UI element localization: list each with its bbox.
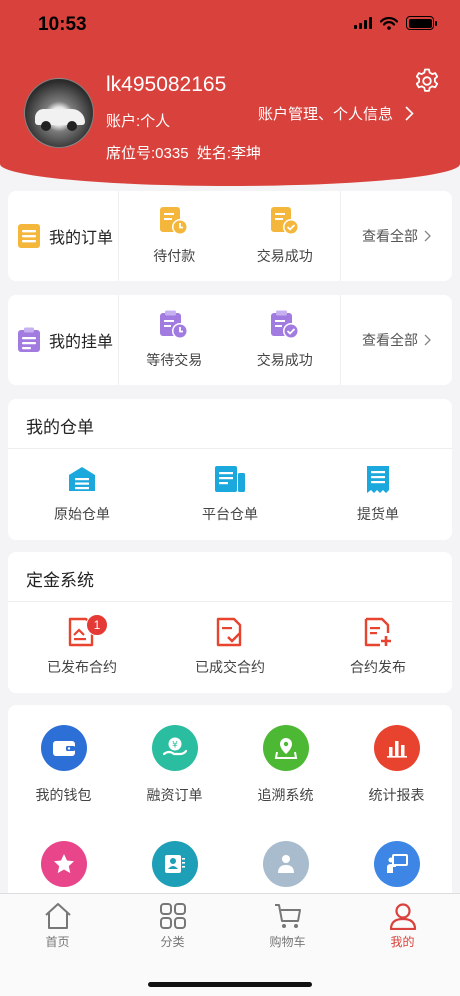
deposit-title: 定金系统 (8, 552, 452, 602)
listing-waiting[interactable]: 等待交易 (119, 295, 230, 385)
wifi-icon (380, 16, 398, 30)
username: lk495082165 (106, 73, 227, 96)
order-pending-payment[interactable]: 待付款 (119, 191, 230, 281)
tab-cart[interactable]: 购物车 (230, 894, 345, 954)
my-orders-title[interactable]: 我的订单 (8, 191, 119, 281)
account-type: 账户:个人 (106, 113, 171, 130)
listing-completed-label: 交易成功 (256, 352, 313, 368)
avatar[interactable] (24, 78, 94, 148)
tab-mine[interactable]: 我的 (345, 894, 460, 954)
platform-receipt-item[interactable]: 平台仓单 (156, 449, 304, 539)
user-profile-icon (389, 903, 416, 930)
contact-card-icon (151, 841, 198, 887)
orders-view-all-button[interactable]: 查看全部 (341, 226, 452, 246)
account-manage-link[interactable]: 账户管理、个人信息 (258, 103, 414, 124)
statistics-item[interactable]: 统计报表 (341, 725, 452, 805)
order-list-icon (18, 224, 40, 248)
wallet-item[interactable]: 我的钱包 (8, 725, 119, 805)
listings-view-all-button[interactable]: 查看全部 (341, 330, 452, 350)
home-icon (44, 903, 71, 929)
tab-home[interactable]: 首页 (0, 894, 115, 954)
account-manage-label: 账户管理、个人信息 (258, 106, 394, 123)
home-indicator (148, 982, 312, 987)
my-listings-title[interactable]: 我的挂单 (8, 295, 119, 385)
chevron-right-icon (405, 106, 414, 121)
listing-clipboard-icon (18, 327, 40, 352)
warehouse-card: 我的仓单 原始仓单 平台仓单 提货单 (8, 399, 452, 540)
presentation-item[interactable] (341, 841, 452, 887)
publish-contract-item[interactable]: 合约发布 (304, 602, 452, 692)
person-icon (262, 841, 309, 887)
published-contracts-item[interactable]: 已发布合约 1 (8, 602, 156, 692)
traceability-item[interactable]: 追溯系统 (230, 725, 341, 805)
services-grid: 我的钱包 ¥ 融资订单 追溯系统 统计报表 (8, 705, 452, 895)
notification-badge: 1 (86, 614, 108, 636)
battery-icon (406, 16, 437, 30)
deposit-card: 定金系统 已发布合约 1 已成交合约 合约发布 (8, 552, 452, 693)
gear-icon[interactable] (414, 68, 440, 94)
tab-bar: 首页 分类 购物车 我的 (0, 893, 460, 996)
yuan-hand-icon: ¥ (151, 725, 198, 771)
closed-contract-icon (216, 617, 242, 647)
order-pending-label: 待付款 (153, 248, 196, 264)
closed-contracts-item[interactable]: 已成交合约 (156, 602, 304, 692)
order-completed[interactable]: 交易成功 (230, 191, 341, 281)
add-contract-icon (364, 617, 391, 647)
chevron-right-icon (424, 334, 431, 346)
status-icons (354, 16, 437, 30)
pending-payment-icon (160, 207, 189, 235)
shopping-cart-icon (274, 904, 301, 928)
my-orders-card: 我的订单 待付款 交易成功 查看全部 (8, 191, 452, 281)
listing-completed[interactable]: 交易成功 (230, 295, 341, 385)
financing-orders-item[interactable]: ¥ 融资订单 (119, 725, 230, 805)
status-time: 10:53 (38, 14, 87, 35)
warehouse-house-icon (69, 467, 95, 491)
waiting-trade-icon (160, 310, 189, 339)
profile-header: 10:53 lk495082165 账户:个人 席位号:0335 姓名:李坤 账… (0, 0, 460, 186)
seat-and-name: 席位号:0335 姓名:李坤 (106, 145, 262, 162)
contact-card-item[interactable] (119, 841, 230, 887)
pickup-receipt-icon (367, 466, 389, 493)
platform-document-icon (215, 466, 245, 492)
category-grid-icon (159, 903, 186, 929)
signal-icon (354, 17, 372, 29)
presentation-icon (373, 841, 420, 887)
favorites-item[interactable] (8, 841, 119, 887)
listing-waiting-label: 等待交易 (146, 352, 203, 368)
star-icon (40, 841, 87, 887)
bar-chart-icon (373, 725, 420, 771)
location-pin-icon (262, 725, 309, 771)
pickup-slip-item[interactable]: 提货单 (304, 449, 452, 539)
warehouse-title: 我的仓单 (8, 399, 452, 449)
wallet-icon (40, 725, 87, 771)
order-completed-label: 交易成功 (256, 248, 313, 264)
tab-category[interactable]: 分类 (115, 894, 230, 954)
user-service-item[interactable] (230, 841, 341, 887)
order-completed-icon (270, 207, 299, 235)
original-receipt-item[interactable]: 原始仓单 (8, 449, 156, 539)
chevron-right-icon (424, 230, 431, 242)
svg-text:¥: ¥ (172, 741, 178, 751)
my-listings-card: 我的挂单 等待交易 交易成功 查看全部 (8, 295, 452, 385)
listing-completed-icon (270, 310, 299, 339)
